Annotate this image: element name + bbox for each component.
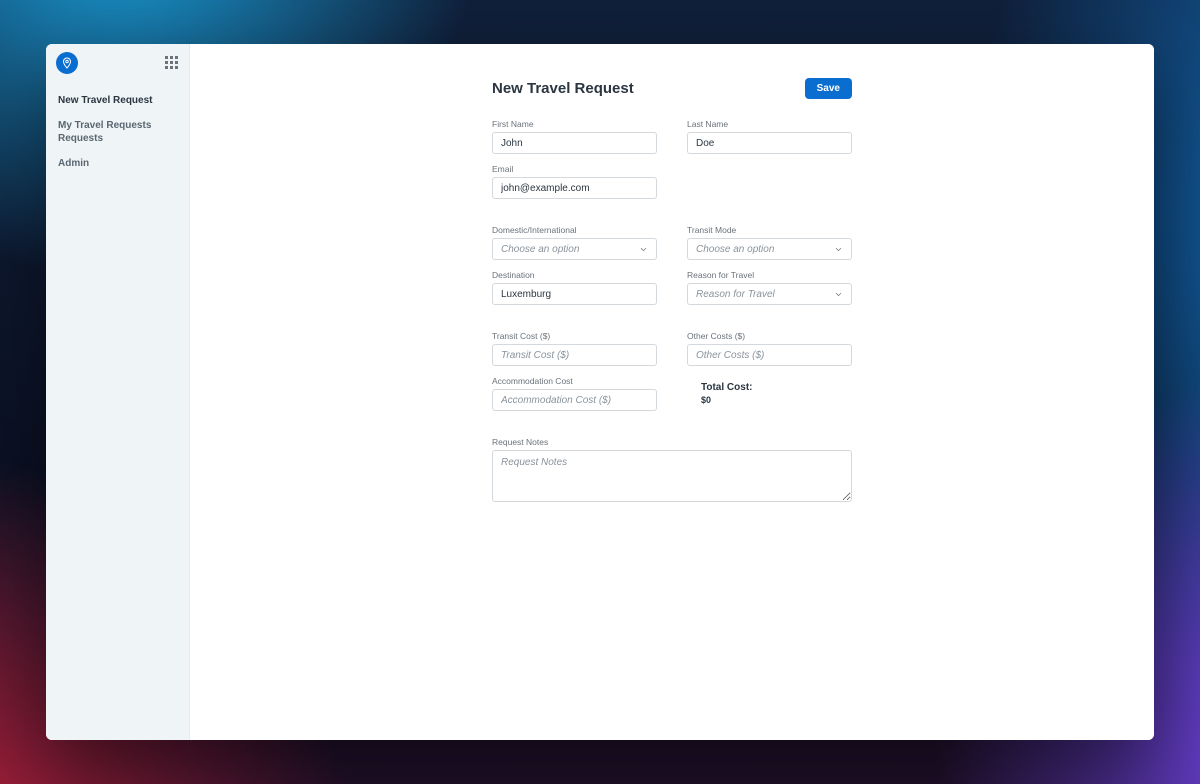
last-name-input[interactable] — [687, 132, 852, 154]
transit-mode-select[interactable]: Choose an option — [687, 238, 852, 260]
first-name-input[interactable] — [492, 132, 657, 154]
accommodation-cost-input[interactable] — [492, 389, 657, 411]
sidebar-item-new-travel-request[interactable]: New Travel Request — [46, 88, 189, 113]
other-costs-input[interactable] — [687, 344, 852, 366]
destination-field: Destination — [492, 270, 657, 305]
accommodation-cost-field: Accommodation Cost — [492, 376, 657, 411]
request-notes-field: Request Notes — [492, 437, 852, 502]
save-button[interactable]: Save — [805, 78, 852, 99]
chevron-down-icon — [833, 244, 843, 254]
form-header: New Travel Request Save — [492, 78, 852, 99]
main-content: New Travel Request Save First Name Last … — [190, 44, 1154, 740]
total-cost-label: Total Cost: — [701, 382, 852, 393]
email-input[interactable] — [492, 177, 657, 199]
transit-mode-label: Transit Mode — [687, 225, 852, 235]
form-grid: First Name Last Name Email Domestic/Inte… — [492, 119, 852, 502]
total-cost-value: $0 — [701, 395, 852, 405]
sidebar-item-label: New Travel Request — [58, 95, 152, 106]
spacer — [687, 164, 852, 199]
sidebar-header — [46, 44, 189, 82]
domestic-international-select[interactable]: Choose an option — [492, 238, 657, 260]
sidebar-item-my-travel-requests[interactable]: My Travel Requests Requests — [46, 113, 189, 151]
destination-label: Destination — [492, 270, 657, 280]
sidebar: New Travel Request My Travel Requests Re… — [46, 44, 190, 740]
reason-for-travel-field: Reason for Travel Reason for Travel — [687, 270, 852, 305]
other-costs-field: Other Costs ($) — [687, 331, 852, 366]
select-placeholder: Choose an option — [501, 244, 579, 255]
other-costs-label: Other Costs ($) — [687, 331, 852, 341]
select-placeholder: Reason for Travel — [696, 289, 775, 300]
page-title: New Travel Request — [492, 80, 634, 97]
sidebar-nav: New Travel Request My Travel Requests Re… — [46, 82, 189, 176]
first-name-field: First Name — [492, 119, 657, 154]
total-cost-field: Total Cost: $0 — [687, 376, 852, 411]
accommodation-cost-label: Accommodation Cost — [492, 376, 657, 386]
domestic-international-label: Domestic/International — [492, 225, 657, 235]
reason-for-travel-select[interactable]: Reason for Travel — [687, 283, 852, 305]
sidebar-item-label: Admin — [58, 158, 89, 169]
sidebar-item-admin[interactable]: Admin — [46, 151, 189, 176]
app-logo[interactable] — [56, 52, 78, 74]
transit-mode-field: Transit Mode Choose an option — [687, 225, 852, 260]
request-notes-input[interactable] — [492, 450, 852, 502]
chevron-down-icon — [638, 244, 648, 254]
sidebar-item-label: My Travel Requests Requests — [58, 120, 151, 144]
last-name-label: Last Name — [687, 119, 852, 129]
travel-request-form: New Travel Request Save First Name Last … — [492, 78, 852, 502]
reason-for-travel-label: Reason for Travel — [687, 270, 852, 280]
pin-icon — [61, 57, 73, 69]
last-name-field: Last Name — [687, 119, 852, 154]
email-label: Email — [492, 164, 657, 174]
destination-input[interactable] — [492, 283, 657, 305]
chevron-down-icon — [833, 289, 843, 299]
email-field: Email — [492, 164, 657, 199]
transit-cost-input[interactable] — [492, 344, 657, 366]
app-window: New Travel Request My Travel Requests Re… — [46, 44, 1154, 740]
request-notes-label: Request Notes — [492, 437, 852, 447]
domestic-international-field: Domestic/International Choose an option — [492, 225, 657, 260]
app-launcher-icon[interactable] — [165, 56, 179, 70]
transit-cost-field: Transit Cost ($) — [492, 331, 657, 366]
first-name-label: First Name — [492, 119, 657, 129]
transit-cost-label: Transit Cost ($) — [492, 331, 657, 341]
select-placeholder: Choose an option — [696, 244, 774, 255]
